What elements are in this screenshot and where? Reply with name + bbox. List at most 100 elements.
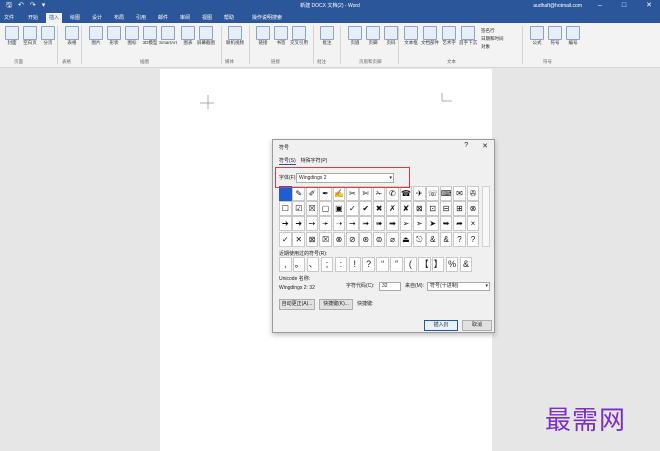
symbol-cell[interactable]: ✓	[346, 201, 359, 217]
ribbon-button-22[interactable]: 首字下沉	[459, 26, 477, 46]
symbol-cell[interactable]: ✘	[399, 201, 413, 217]
symbol-cell[interactable]: ➣	[413, 216, 426, 232]
symbol-cell[interactable]: ?	[453, 231, 466, 247]
ribbon-button-12[interactable]: 链接	[254, 26, 272, 46]
symbol-cell[interactable]: ⊛	[359, 231, 373, 247]
ribbon-button-3[interactable]: 表格	[63, 26, 81, 46]
tab-special-characters[interactable]: 特殊字符(P)	[301, 157, 328, 165]
symbol-cell[interactable]: ➦	[453, 216, 466, 232]
cancel-button[interactable]: 取消	[462, 320, 492, 331]
ribbon-button-24[interactable]: 符号	[546, 26, 564, 46]
symbol-cell[interactable]: ➥	[439, 216, 453, 232]
symbol-cell[interactable]: ➞	[346, 216, 359, 232]
tab-1[interactable]: 开始	[28, 14, 38, 22]
symbol-cell[interactable]: ▣	[332, 201, 346, 217]
tab-6[interactable]: 引用	[136, 14, 146, 22]
symbol-cell[interactable]: ✗	[386, 201, 399, 217]
user-account[interactable]: audhaft@hotmail.com	[533, 2, 582, 10]
tab-7[interactable]: 邮件	[158, 14, 168, 22]
ribbon-button-10[interactable]: 屏幕截图	[197, 26, 215, 46]
symbol-cell[interactable]: ⏏	[399, 231, 413, 247]
symbol-cell[interactable]: ☑	[292, 201, 306, 217]
ribbon-button-13[interactable]: 书签	[272, 26, 290, 46]
ribbon-button-23[interactable]: 公式	[528, 26, 546, 46]
symbol-cell[interactable]: ➝	[332, 216, 346, 232]
ribbon-button-14[interactable]: 交叉引用	[290, 26, 308, 46]
ribbon-button-20[interactable]: 文档部件	[421, 26, 439, 46]
symbol-cell[interactable]: ?	[466, 231, 480, 247]
symbol-cell[interactable]: ✔	[359, 201, 373, 217]
symbol-cell[interactable]: ☒	[319, 231, 332, 247]
charcode-field[interactable]: 32	[379, 282, 401, 291]
ribbon-button-5[interactable]: 形状	[105, 26, 123, 46]
maximize-icon[interactable]: □	[622, 1, 626, 10]
recent-symbol-cell[interactable]: 】	[431, 257, 445, 272]
close-icon[interactable]: ✕	[646, 1, 652, 10]
shortcut-key-button[interactable]: 快捷键(K)...	[319, 299, 353, 310]
symbol-cell[interactable]: ➡	[386, 216, 399, 232]
symbol-cell[interactable]: ✇	[466, 186, 480, 201]
dialog-close-icon[interactable]: ✕	[482, 142, 488, 150]
recent-symbol-cell[interactable]: (	[404, 257, 417, 272]
ribbon-button-8[interactable]: SmartArt	[159, 26, 177, 46]
symbol-cell[interactable]: ➛	[319, 216, 332, 232]
ribbon-button-0[interactable]: 封面	[3, 26, 21, 46]
symbol-grid-scrollbar[interactable]	[482, 186, 490, 247]
symbol-cell[interactable]: ✆	[386, 186, 399, 201]
symbol-cell[interactable]: ⊜	[372, 231, 386, 247]
ribbon-button-18[interactable]: 页码	[382, 26, 400, 46]
tab-4[interactable]: 设计	[92, 14, 102, 22]
symbol-cell[interactable]: ⊞	[453, 201, 466, 217]
insert-button[interactable]: 插入(I)	[424, 320, 458, 331]
symbol-cell[interactable]: ✈	[413, 186, 426, 201]
symbol-cell[interactable]: ✖	[372, 201, 386, 217]
symbol-cell[interactable]: &	[439, 231, 453, 247]
symbol-cell[interactable]: ⎋	[413, 231, 426, 247]
symbol-cell[interactable]: ➜	[292, 216, 306, 232]
recent-symbol-cell[interactable]: 【	[418, 257, 431, 272]
symbol-cell[interactable]: ☐	[279, 201, 292, 217]
symbol-cell[interactable]: ✉	[453, 186, 466, 201]
recent-symbol-cell[interactable]: ;	[320, 257, 334, 272]
symbol-cell[interactable]: ✍	[332, 186, 346, 201]
symbol-cell[interactable]: ⌀	[386, 231, 399, 247]
symbol-cell[interactable]: ➠	[372, 216, 386, 232]
ribbon-button-4[interactable]: 图片	[87, 26, 105, 46]
symbol-cell[interactable]	[279, 186, 292, 201]
symbol-cell[interactable]: ⊡	[426, 201, 440, 217]
ribbon-button-11[interactable]: 联机视频	[226, 26, 244, 46]
from-select[interactable]: 符号(十进制) ▾	[427, 282, 490, 291]
symbol-cell[interactable]: ⊠	[413, 201, 426, 217]
symbol-cell[interactable]: ⊠	[305, 231, 319, 247]
recent-symbol-cell[interactable]: &	[459, 257, 473, 272]
recent-symbol-cell[interactable]: !	[348, 257, 362, 272]
tab-5[interactable]: 布局	[114, 14, 124, 22]
symbol-cell[interactable]: ×	[466, 216, 480, 232]
symbol-cell[interactable]: ⊟	[439, 201, 453, 217]
tab-0[interactable]: 文件	[4, 14, 14, 22]
recent-symbol-cell[interactable]: ,	[279, 257, 292, 272]
symbol-cell[interactable]: ➟	[359, 216, 373, 232]
recent-symbol-cell[interactable]: ”	[390, 257, 403, 272]
symbol-cell[interactable]: ✐	[305, 186, 319, 201]
symbol-cell[interactable]: ⊘	[346, 231, 359, 247]
recent-symbol-cell[interactable]: 。	[292, 257, 306, 272]
ribbon-button-2[interactable]: 分页	[39, 26, 57, 46]
symbol-cell[interactable]: ✒	[319, 186, 332, 201]
recent-symbol-cell[interactable]: “	[376, 257, 389, 272]
symbol-cell[interactable]: ➔	[279, 216, 292, 232]
ribbon-button-16[interactable]: 页眉	[346, 26, 364, 46]
tab-9[interactable]: 视图	[202, 14, 212, 22]
ribbon-button-6[interactable]: 图标	[123, 26, 141, 46]
ribbon-button-1[interactable]: 空白页	[21, 26, 39, 46]
symbol-cell[interactable]: ☎	[399, 186, 413, 201]
tab-symbols[interactable]: 符号(S)	[279, 157, 296, 165]
symbol-cell[interactable]: ✓	[279, 231, 292, 247]
recent-symbol-cell[interactable]: ?	[362, 257, 375, 272]
ribbon-button-9[interactable]: 图表	[179, 26, 197, 46]
symbol-cell[interactable]: ➤	[426, 216, 440, 232]
ribbon-button-7[interactable]: 3D模型	[141, 26, 159, 46]
recent-symbol-cell[interactable]: %	[445, 257, 459, 272]
tab-10[interactable]: 帮助	[224, 14, 234, 22]
symbol-cell[interactable]: ➢	[399, 216, 413, 232]
